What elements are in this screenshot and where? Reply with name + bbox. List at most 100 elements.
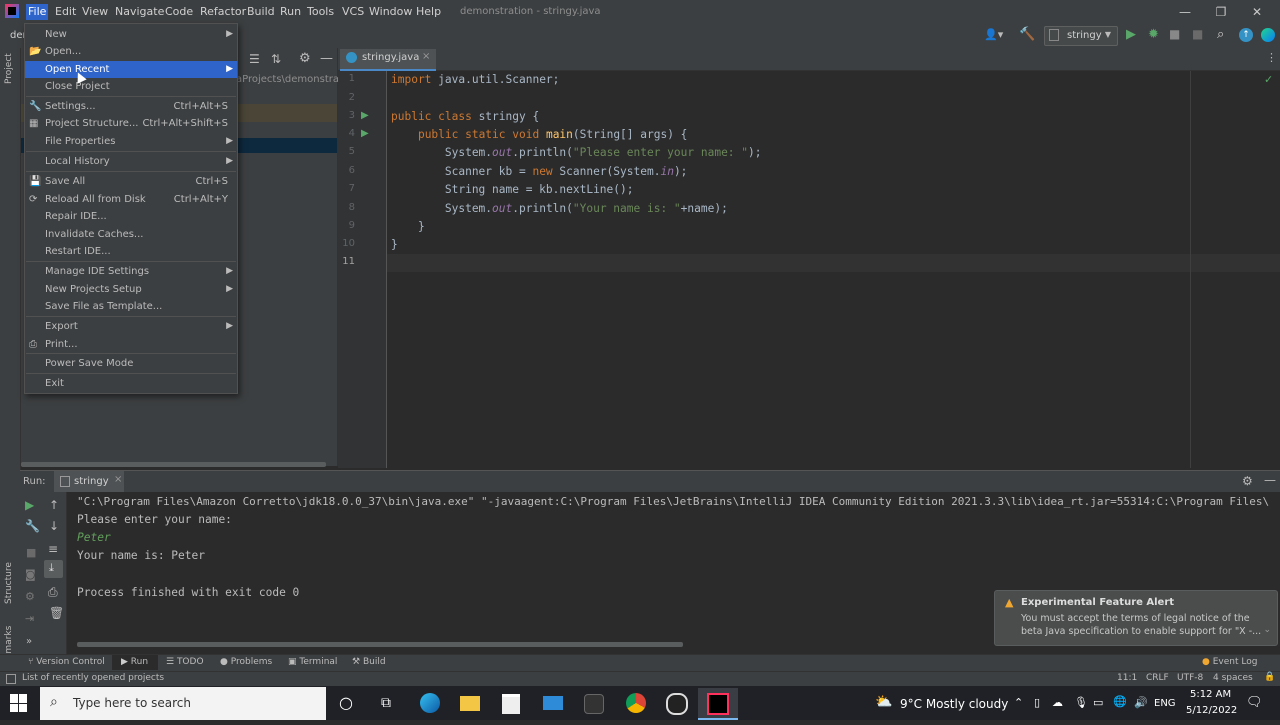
menu-item-restart-ide[interactable]: Restart IDE... (25, 243, 237, 260)
search-icon[interactable]: ⌕ (1217, 27, 1224, 42)
jetbrains-icon[interactable] (1261, 28, 1275, 42)
tray-chevron-icon[interactable]: ⌃ (1014, 696, 1023, 709)
event-log-tool-button[interactable]: ● Event Log (1202, 655, 1257, 670)
file-explorer-icon[interactable] (450, 688, 490, 718)
menu-item-local-history[interactable]: Local History ▶ (25, 153, 237, 170)
restore-layout-icon[interactable]: ⚙ (25, 590, 35, 603)
notification-body-2[interactable]: beta Java specification to enable suppor… (1021, 626, 1261, 637)
menu-build[interactable]: Build (245, 4, 277, 20)
editor-tab-stringy[interactable]: stringy.java × (340, 49, 436, 72)
menu-item-print[interactable]: ⎙ Print... (25, 336, 237, 353)
editor-more-icon[interactable]: ⋮ (1266, 51, 1277, 64)
menu-item-repair-ide[interactable]: Repair IDE... (25, 208, 237, 225)
menu-item-export[interactable]: Export ▶ (25, 318, 237, 335)
tray-mic-icon[interactable]: 🎙 (1074, 696, 1088, 709)
menu-item-reload-all-from-disk[interactable]: ⟳ Reload All from Disk Ctrl+Alt+Y (25, 191, 237, 208)
tray-volume-icon[interactable]: 🔊 (1134, 696, 1148, 709)
scroll-down-icon[interactable]: ↓ (49, 519, 59, 533)
project-tool-button[interactable]: Project (4, 53, 14, 84)
inspection-ok-icon[interactable]: ✓ (1264, 73, 1273, 86)
problems-tool-button[interactable]: ● Problems (220, 655, 272, 670)
status-square-icon[interactable] (6, 674, 16, 684)
weather-text[interactable]: 9°C Mostly cloudy (900, 697, 1008, 711)
menu-item-open[interactable]: 📂 Open... (25, 43, 237, 60)
intellij-taskbar-icon[interactable] (698, 688, 738, 720)
close-tab-icon[interactable]: × (422, 51, 430, 62)
resolve-icon[interactable] (574, 688, 614, 718)
menu-item-new[interactable]: New ▶ (25, 26, 237, 43)
soft-wrap-icon[interactable]: ≡ (48, 542, 58, 556)
scroll-to-end-button[interactable]: ⤓ (44, 560, 63, 578)
menu-edit[interactable]: Edit (53, 4, 78, 20)
gear-icon[interactable]: ⚙ (299, 51, 311, 66)
terminal-tool-button[interactable]: ▣ Terminal (288, 655, 337, 670)
menu-tools[interactable]: Tools (305, 4, 336, 20)
run-config-select[interactable]: stringy ▼ (1044, 26, 1118, 46)
camera-icon[interactable]: ◙ (25, 568, 36, 581)
tray-date[interactable]: 5/12/2022 (1186, 705, 1237, 716)
tray-onedrive-icon[interactable]: ☁ (1052, 696, 1063, 709)
expand-all-icon[interactable]: ☰ (249, 52, 260, 66)
close-button[interactable]: ✕ (1234, 0, 1280, 24)
menu-item-manage-ide-settings[interactable]: Manage IDE Settings ▶ (25, 263, 237, 280)
cortana-icon[interactable]: ○ (326, 688, 366, 718)
build-hammer-icon[interactable]: 🔨 (1019, 27, 1035, 42)
menu-item-save-file-as-template[interactable]: Save File as Template... (25, 298, 237, 315)
menu-file[interactable]: File (26, 4, 49, 20)
stop-run-icon[interactable]: ■ (26, 546, 36, 559)
close-run-tab-icon[interactable]: × (114, 474, 122, 485)
structure-tool-button[interactable]: Structure (4, 562, 14, 604)
menu-item-settings[interactable]: 🔧 Settings... Ctrl+Alt+S (25, 98, 237, 115)
hide-panel-icon[interactable]: — (320, 51, 333, 66)
menu-item-power-save-mode[interactable]: Power Save Mode (25, 355, 237, 372)
console-h-scrollbar[interactable] (77, 642, 683, 647)
weather-icon[interactable]: ⛅ (875, 694, 892, 710)
wrench-icon[interactable]: 🔧 (25, 519, 40, 533)
menu-run[interactable]: Run (278, 4, 303, 20)
version-control-tool-button[interactable]: ⑂ Version Control (28, 655, 105, 670)
task-view-icon[interactable]: ⧉ (366, 688, 406, 718)
menu-code[interactable]: Code (163, 4, 195, 20)
run-class-gutter-icon[interactable]: ▶ (361, 110, 369, 121)
print-icon[interactable]: ⎙ (48, 585, 58, 600)
more-icon[interactable]: » (26, 636, 32, 647)
tray-language[interactable]: ENG (1154, 698, 1176, 709)
notification-balloon[interactable]: ▲ Experimental Feature Alert You must ac… (994, 590, 1278, 646)
menu-item-open-recent[interactable]: Open Recent ▶ (25, 61, 237, 78)
exit-icon[interactable]: ⇥ (25, 612, 34, 625)
indent-setting[interactable]: 4 spaces (1213, 673, 1253, 683)
menu-item-exit[interactable]: Exit (25, 375, 237, 392)
run-tool-button[interactable]: ▶ Run (112, 655, 158, 670)
lock-icon[interactable]: 🔒 (1264, 672, 1275, 682)
caret-position[interactable]: 11:1 (1117, 673, 1137, 683)
collapse-all-icon[interactable]: ⇅ (271, 52, 281, 66)
run-icon[interactable]: ▶ (1126, 27, 1136, 42)
horizontal-scrollbar[interactable] (21, 462, 326, 467)
windows-start-icon[interactable] (10, 694, 28, 712)
menu-item-project-structure[interactable]: ▦ Project Structure... Ctrl+Alt+Shift+S (25, 115, 237, 132)
mail-icon[interactable] (533, 688, 573, 718)
tray-network-icon[interactable]: 🌐 (1113, 695, 1127, 708)
menu-view[interactable]: View (80, 4, 110, 20)
run-settings-gear-icon[interactable]: ⚙ (1242, 474, 1253, 488)
run-main-gutter-icon[interactable]: ▶ (361, 128, 369, 139)
run-tab-stringy[interactable]: stringy × (54, 471, 124, 492)
expand-chevron-icon[interactable]: ⌄ (1263, 625, 1271, 635)
obs-icon[interactable] (657, 688, 697, 718)
user-icon[interactable]: 👤▾ (984, 28, 1003, 41)
notifications-icon[interactable]: 🗨 (1246, 695, 1263, 710)
menu-help[interactable]: Help (414, 4, 443, 20)
store-icon[interactable] (491, 688, 531, 718)
build-tool-button[interactable]: ⚒ Build (352, 655, 386, 670)
project-path[interactable]: aProjects\demonstrati (236, 74, 346, 85)
scroll-up-icon[interactable]: ↑ (49, 498, 59, 512)
menu-refactor[interactable]: Refactor (198, 4, 248, 20)
tray-phone-icon[interactable]: ▯ (1034, 696, 1040, 709)
menu-item-save-all[interactable]: 💾 Save All Ctrl+S (25, 173, 237, 190)
run-hide-icon[interactable]: — (1264, 473, 1276, 487)
debug-icon[interactable]: ✹ (1148, 27, 1159, 42)
menu-vcs[interactable]: VCS (340, 4, 366, 20)
file-encoding[interactable]: UTF-8 (1177, 673, 1203, 683)
update-icon[interactable]: ↑ (1239, 28, 1253, 42)
menu-navigate[interactable]: Navigate (113, 4, 166, 20)
